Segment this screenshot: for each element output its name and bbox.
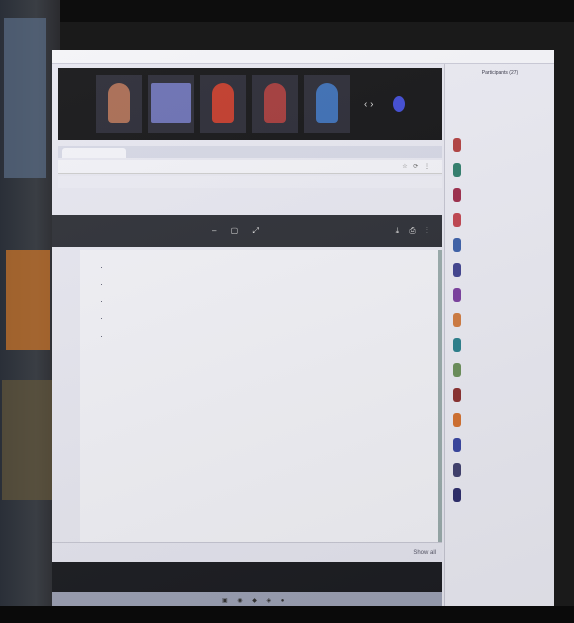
taskbar-icons[interactable]: ▣ ◉ ◆ ◈ ● xyxy=(222,597,288,604)
participant-row[interactable] xyxy=(449,461,553,481)
wall-poster xyxy=(2,380,52,500)
video-tile[interactable] xyxy=(252,75,298,133)
participant-row[interactable] xyxy=(449,486,553,506)
browser-controls[interactable]: ☆ ⟳ ⋮ xyxy=(402,163,432,170)
participant-row[interactable] xyxy=(449,361,553,381)
participant-video xyxy=(151,83,191,123)
taskbar: ▣ ◉ ◆ ◈ ● xyxy=(52,562,442,610)
participant-avatar xyxy=(453,288,461,302)
zoom-tools[interactable]: – ▢ ⤢ xyxy=(212,226,265,236)
video-tile[interactable] xyxy=(200,75,246,133)
participant-row[interactable] xyxy=(449,161,553,181)
video-strip: ‹ › xyxy=(58,68,442,140)
photo-scene: ‹ › ☆ ⟳ ⋮ – ▢ ⤢ ⤓ ⎙ ⋮ • • • • • Show all… xyxy=(0,0,574,623)
participant-row[interactable] xyxy=(449,186,553,206)
bookmarks-bar xyxy=(58,176,442,188)
participants-panel: Participants (27) xyxy=(444,64,554,610)
pdf-viewer-toolbar: – ▢ ⤢ ⤓ ⎙ ⋮ xyxy=(52,215,442,247)
participant-video xyxy=(212,83,234,123)
wall-poster xyxy=(4,18,46,178)
participant-avatar xyxy=(453,238,461,252)
participant-row[interactable] xyxy=(449,261,553,281)
window-title xyxy=(52,50,554,64)
more-videos-icon[interactable]: ‹ › xyxy=(364,99,373,110)
bullet-item xyxy=(110,262,426,272)
download-item[interactable] xyxy=(208,548,268,558)
video-tile[interactable] xyxy=(148,75,194,133)
bullet-item xyxy=(110,331,426,341)
participant-video xyxy=(316,83,338,123)
participant-row[interactable] xyxy=(449,136,553,156)
monitor-screen: ‹ › ☆ ⟳ ⋮ – ▢ ⤢ ⤓ ⎙ ⋮ • • • • • Show all… xyxy=(52,50,554,610)
document-scrollbar[interactable] xyxy=(438,250,442,542)
participant-video xyxy=(264,83,286,123)
participant-avatar xyxy=(453,488,461,502)
download-print-icons[interactable]: ⤓ ⎙ ⋮ xyxy=(396,226,432,236)
video-tile[interactable] xyxy=(304,75,350,133)
participant-row[interactable] xyxy=(449,411,553,431)
participant-avatar xyxy=(453,263,461,277)
participant-avatar xyxy=(453,413,461,427)
participant-avatar xyxy=(453,338,461,352)
download-item[interactable] xyxy=(60,548,120,558)
participant-avatar xyxy=(453,313,461,327)
participant-row[interactable] xyxy=(449,286,553,306)
bullet-item xyxy=(110,296,426,306)
participant-avatar xyxy=(453,188,461,202)
participant-avatar xyxy=(453,438,461,452)
participant-row[interactable] xyxy=(449,386,553,406)
bottom-dark-edge xyxy=(0,606,574,623)
show-all-link[interactable]: Show all xyxy=(413,550,436,556)
participant-row[interactable] xyxy=(449,336,553,356)
participant-row[interactable] xyxy=(449,311,553,331)
video-tile[interactable] xyxy=(96,75,142,133)
participant-avatar xyxy=(453,388,461,402)
self-avatar-icon[interactable] xyxy=(393,96,406,112)
download-item[interactable] xyxy=(282,548,342,558)
participant-row[interactable] xyxy=(449,236,553,256)
browser-tabbar xyxy=(58,146,442,158)
top-dark-edge xyxy=(0,0,574,22)
url-text[interactable] xyxy=(88,163,328,171)
browser-tab[interactable] xyxy=(62,148,126,158)
room-wall xyxy=(0,0,60,610)
participant-avatar xyxy=(453,363,461,377)
wall-poster xyxy=(6,250,50,350)
document-bullets xyxy=(92,262,426,341)
participant-row[interactable] xyxy=(449,436,553,456)
address-bar[interactable]: ☆ ⟳ ⋮ xyxy=(58,160,442,174)
participants-header: Participants (27) xyxy=(481,70,519,76)
participant-row[interactable] xyxy=(449,211,553,231)
participant-avatar xyxy=(453,163,461,177)
bullet-item xyxy=(110,313,426,323)
participant-avatar xyxy=(453,138,461,152)
download-item[interactable] xyxy=(134,548,194,558)
document-page xyxy=(80,250,438,542)
participant-avatar xyxy=(453,463,461,477)
downloads-bar: Show all xyxy=(52,542,442,562)
participant-avatar xyxy=(453,213,461,227)
participant-video xyxy=(108,83,130,123)
bullet-item xyxy=(110,279,426,289)
